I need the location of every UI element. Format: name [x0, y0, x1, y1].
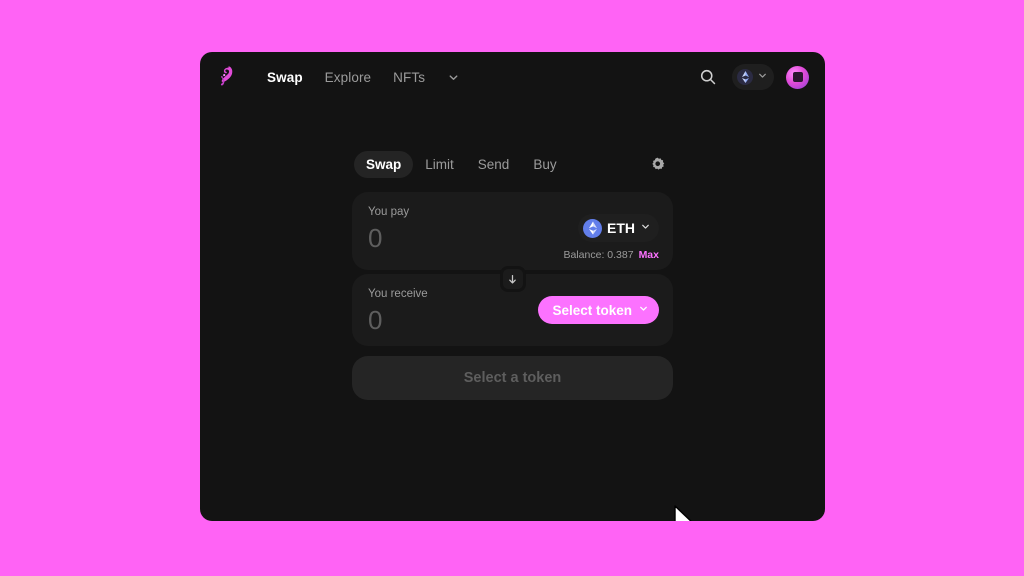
uniswap-unicorn-logo-icon[interactable]	[214, 63, 242, 91]
select-a-token-label: Select a token	[463, 370, 562, 386]
primary-nav: Swap Explore NFTs	[256, 64, 466, 91]
select-a-token-button[interactable]: Select a token	[352, 356, 673, 400]
select-token-button[interactable]: Select token	[538, 296, 659, 324]
balance-row: Balance: 0.387 Max	[564, 249, 660, 261]
token-chevron-down-icon	[640, 219, 651, 237]
gear-icon[interactable]	[645, 152, 669, 176]
tab-send[interactable]: Send	[466, 151, 522, 178]
token-selector-eth[interactable]: ETH	[578, 214, 659, 242]
network-selector[interactable]	[732, 64, 774, 90]
network-chevron-down-icon	[757, 68, 768, 86]
token-symbol-eth: ETH	[607, 220, 635, 236]
swap-card: Swap Limit Send Buy You pay 0 ETH Balanc…	[352, 148, 673, 400]
header-actions	[696, 64, 809, 90]
ethereum-icon	[737, 69, 753, 85]
you-receive-token-area: Select token	[538, 296, 659, 324]
mouse-pointer-icon	[672, 504, 696, 521]
ethereum-token-icon	[583, 218, 602, 238]
select-token-chevron-down-icon	[638, 301, 649, 319]
tab-buy[interactable]: Buy	[521, 151, 568, 178]
nav-item-explore[interactable]: Explore	[314, 64, 382, 91]
you-pay-panel: You pay 0 ETH Balance: 0.387 Max	[352, 192, 673, 292]
nav-item-swap[interactable]: Swap	[256, 64, 314, 91]
tab-limit[interactable]: Limit	[413, 151, 466, 178]
you-pay-token-area: ETH Balance: 0.387 Max	[564, 214, 660, 261]
tab-swap[interactable]: Swap	[354, 150, 414, 178]
avatar-inner-shape	[792, 72, 803, 82]
app-header: Swap Explore NFTs	[200, 52, 825, 102]
select-token-label: Select token	[552, 302, 632, 318]
nav-item-nfts[interactable]: NFTs	[382, 64, 436, 91]
wallet-avatar-icon[interactable]	[786, 65, 809, 89]
swap-tabs: Swap Limit Send Buy	[352, 148, 673, 180]
swap-direction-button[interactable]	[499, 266, 526, 292]
nav-more-chevron-down-icon[interactable]	[440, 64, 466, 90]
search-icon[interactable]	[696, 65, 720, 89]
balance-label: Balance: 0.387	[563, 249, 634, 261]
max-button[interactable]: Max	[639, 249, 659, 261]
uniswap-app-window: Swap Explore NFTs Swap Limit Send Buy Yo…	[200, 52, 825, 521]
arrow-down-icon	[509, 274, 516, 284]
